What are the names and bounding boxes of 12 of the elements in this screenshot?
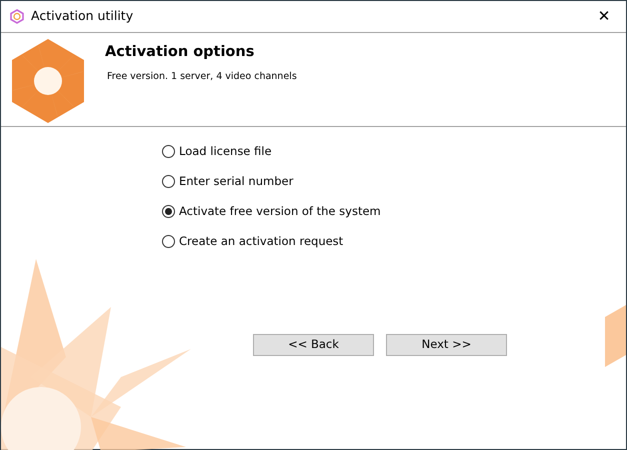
close-button[interactable]: ✕ [582, 2, 626, 32]
radio-option[interactable]: Activate free version of the system [162, 203, 626, 219]
header-title: Activation options [105, 43, 256, 62]
window-title: Activation utility [31, 7, 134, 26]
radio-option[interactable]: Create an activation request [162, 233, 626, 249]
back-button[interactable]: << Back [253, 334, 374, 356]
app-icon [10, 9, 24, 24]
next-button[interactable]: Next >> [386, 334, 507, 356]
radio-option[interactable]: Enter serial number [162, 173, 626, 189]
radio-option[interactable]: Load license file [162, 143, 626, 159]
header-subtitle: Free version. 1 server, 4 video channels [107, 70, 297, 84]
corner-shape-drawing [605, 305, 626, 367]
